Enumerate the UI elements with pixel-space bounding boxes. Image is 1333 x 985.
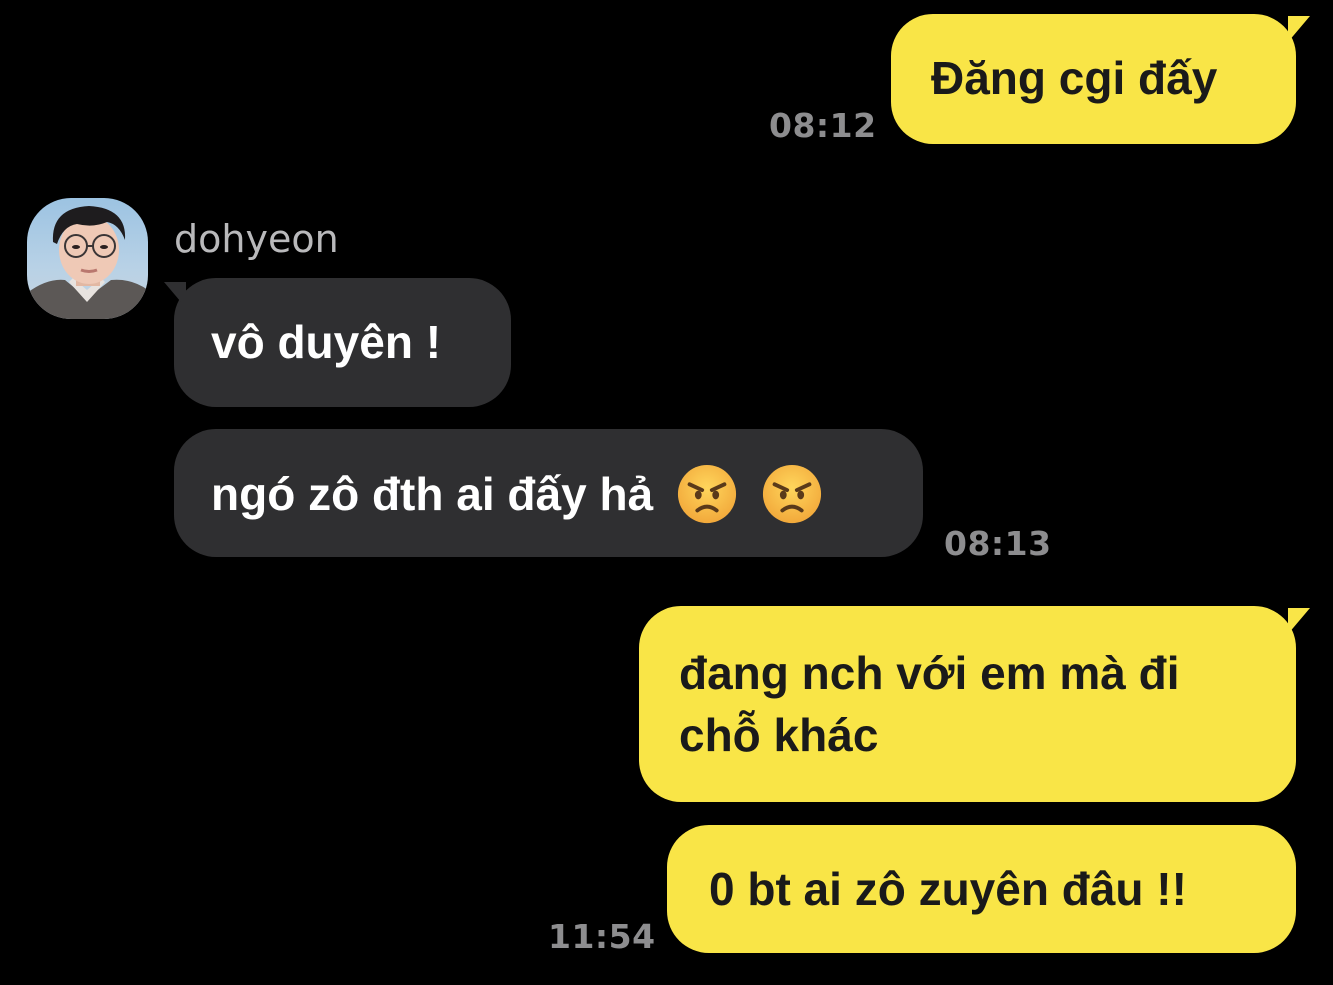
outgoing-message-bubble[interactable]: 0 bt ai zô zuyên đâu !! [667, 825, 1296, 953]
message-text: 0 bt ai zô zuyên đâu !! [709, 863, 1187, 915]
timestamp: 08:13 [944, 524, 1052, 563]
message-text-line: chỗ khác [679, 709, 879, 761]
chat-transcript: 08:12 Đăng cgi đấy dohyeon vô duyên ! ng… [0, 0, 1333, 985]
outgoing-message-bubble[interactable]: Đăng cgi đấy [891, 14, 1296, 144]
profile-photo-icon [27, 206, 148, 319]
message-text: vô duyên ! [211, 316, 442, 368]
outgoing-message-bubble[interactable]: đang nch với em mà đi chỗ khác [639, 606, 1296, 802]
message-text-line: đang nch với em mà đi [679, 647, 1180, 699]
incoming-message-bubble[interactable]: ngó zô đth ai đấy hả [174, 429, 923, 557]
incoming-message-bubble[interactable]: vô duyên ! [174, 278, 511, 407]
angry-face-icon [762, 464, 821, 523]
message-text: Đăng cgi đấy [931, 52, 1218, 104]
contact-name: dohyeon [174, 217, 339, 261]
message-text: ngó zô đth ai đấy hả [211, 468, 654, 520]
timestamp: 08:12 [769, 106, 877, 145]
contact-avatar[interactable] [27, 198, 148, 319]
timestamp: 11:54 [548, 917, 656, 956]
angry-face-icon [677, 464, 736, 523]
bubble-tail [1288, 608, 1310, 634]
bubble-tail [164, 282, 186, 308]
bubble-tail [1288, 16, 1310, 42]
